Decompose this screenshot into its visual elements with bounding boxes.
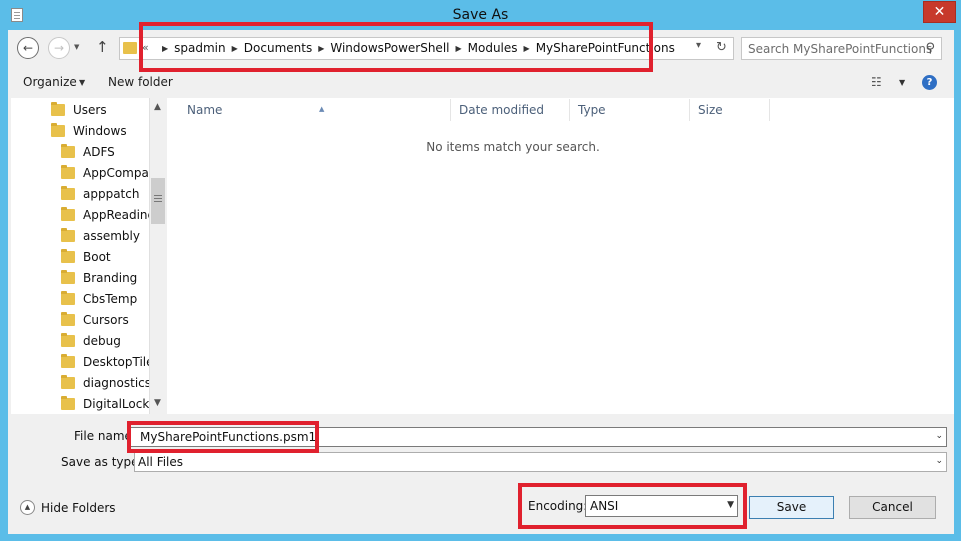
tree-item[interactable]: CbsTemp — [61, 288, 137, 309]
folder-icon — [61, 374, 75, 389]
tree-item[interactable]: Boot — [61, 246, 111, 267]
close-button[interactable]: ✕ — [923, 1, 956, 23]
hide-folders-button[interactable]: ▲ Hide Folders — [20, 500, 116, 515]
highlight-box-encoding — [518, 483, 747, 529]
tree-item[interactable]: Cursors — [61, 309, 129, 330]
back-arrow-icon: ← — [22, 41, 34, 55]
folder-icon — [51, 122, 65, 137]
save-button[interactable]: Save — [749, 496, 834, 519]
tree-item[interactable]: DigitalLocker — [61, 393, 161, 414]
savetype-value: All Files — [138, 455, 184, 469]
folder-icon — [123, 42, 137, 54]
folder-icon — [61, 311, 75, 326]
address-dropdown-icon[interactable]: ▾ — [696, 40, 701, 51]
folder-icon — [61, 395, 75, 410]
folder-icon — [61, 164, 75, 179]
search-input[interactable]: Search MySharePointFunctions — [748, 42, 932, 56]
folder-icon — [61, 185, 75, 200]
chevron-down-icon[interactable]: ▼ — [899, 78, 905, 87]
scroll-thumb[interactable] — [151, 178, 165, 224]
new-folder-button[interactable]: New folder — [108, 75, 173, 89]
tree-item-label: Branding — [83, 270, 138, 285]
navigation-scrollbar[interactable]: ▲ ▼ — [149, 98, 166, 414]
folder-icon — [61, 269, 75, 284]
tree-item-label: assembly — [83, 228, 140, 243]
folder-icon — [61, 332, 75, 347]
refresh-icon[interactable]: ↻ — [716, 40, 727, 55]
empty-message: No items match your search. — [426, 140, 600, 154]
tree-item-label: Cursors — [83, 312, 129, 327]
tree-item-label: CbsTemp — [83, 291, 138, 306]
help-icon[interactable]: ? — [922, 75, 937, 90]
column-name-label: Name — [187, 103, 223, 117]
search-box[interactable]: Search MySharePointFunctions ⚲ — [741, 37, 942, 60]
tree-item[interactable]: assembly — [61, 225, 140, 246]
tree-item-label: diagnostics — [83, 375, 152, 390]
chevron-down-icon[interactable]: ⌄ — [935, 456, 943, 466]
organize-button[interactable]: Organize — [23, 75, 77, 89]
column-header-type[interactable]: Type — [570, 99, 690, 121]
file-list: ▲ Name Date modified Type Size No items … — [167, 98, 954, 414]
tree-item-label: apppatch — [83, 186, 140, 201]
folder-icon — [61, 143, 75, 158]
tree-item[interactable]: debug — [61, 330, 121, 351]
tree-item[interactable]: AppCompat — [61, 162, 154, 183]
command-bar: Organize ▼ New folder ☷ ▼ ? — [8, 68, 954, 96]
cancel-button[interactable]: Cancel — [849, 496, 936, 519]
folder-icon — [51, 101, 65, 116]
tree-item[interactable]: Branding — [61, 267, 137, 288]
back-button[interactable]: ← — [17, 37, 39, 59]
up-arrow-icon[interactable]: ↑ — [96, 38, 109, 56]
tree-item-label: ADFS — [83, 144, 115, 159]
tree-item-label: Windows — [73, 123, 127, 138]
folder-icon — [61, 290, 75, 305]
tree-item-label: Boot — [83, 249, 111, 264]
scroll-up-icon[interactable]: ▲ — [154, 102, 161, 112]
tree-item-label: debug — [83, 333, 121, 348]
tree-item-label: Users — [73, 102, 107, 117]
window-title: Save As — [452, 7, 509, 23]
tree-item[interactable]: Users — [51, 99, 107, 120]
folder-icon — [61, 353, 75, 368]
sort-ascending-icon: ▲ — [319, 105, 325, 113]
folder-icon — [61, 248, 75, 263]
folder-icon — [61, 206, 75, 221]
highlight-box-address — [139, 22, 653, 72]
tree-item-label: AppCompat — [83, 165, 154, 180]
forward-button[interactable]: → — [48, 37, 70, 59]
column-header-size[interactable]: Size — [690, 99, 770, 121]
chevron-down-icon[interactable]: ▼ — [79, 78, 85, 87]
collapse-up-icon: ▲ — [20, 500, 35, 515]
tree-item[interactable]: ADFS — [61, 141, 115, 162]
tree-item[interactable]: diagnostics — [61, 372, 151, 393]
highlight-box-filename — [127, 421, 319, 453]
column-header-name[interactable]: ▲ Name — [177, 99, 451, 121]
chevron-down-icon[interactable]: ⌄ — [935, 431, 943, 441]
navigation-pane: Users Windows ADFS AppCompat apppatch AppRead… — [11, 98, 166, 414]
column-header-date-modified[interactable]: Date modified — [451, 99, 570, 121]
tree-item[interactable]: apppatch — [61, 183, 139, 204]
save-as-dialog: Save As ✕ ← → ▼ ↑ « ▶ spadmin ▶ Documents ▶ W… — [0, 0, 961, 541]
hide-folders-label: Hide Folders — [41, 500, 116, 515]
tree-item[interactable]: Windows — [51, 120, 127, 141]
grip-icon — [154, 195, 162, 196]
scroll-down-icon[interactable]: ▼ — [154, 398, 161, 408]
view-options-icon[interactable]: ☷ — [871, 75, 882, 89]
savetype-select[interactable]: All Files ⌄ — [134, 452, 947, 472]
dialog-client: ← → ▼ ↑ « ▶ spadmin ▶ Documents ▶ WindowsPowe… — [8, 30, 954, 534]
forward-arrow-icon: → — [53, 41, 65, 55]
search-icon[interactable]: ⚲ — [925, 41, 935, 56]
savetype-label: Save as type: — [61, 455, 143, 469]
folder-icon — [61, 227, 75, 242]
recent-locations-chevron-icon[interactable]: ▼ — [74, 43, 79, 51]
